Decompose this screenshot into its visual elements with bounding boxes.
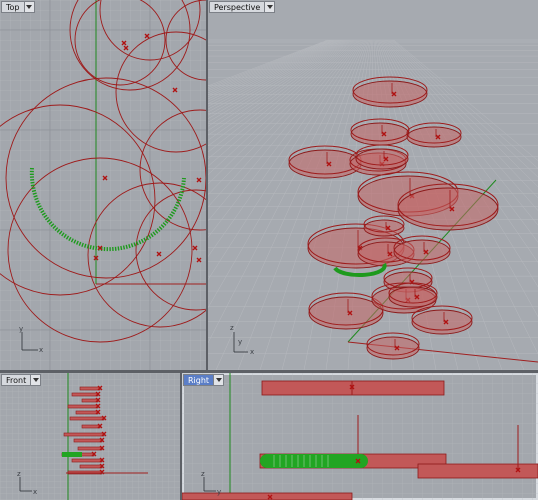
selected-curve-front [62,452,82,457]
viewport-title-right[interactable]: Right [183,374,214,386]
grid-front [0,373,180,500]
grid-top [0,0,206,370]
selected-curve-right [260,454,368,468]
grid-right [182,373,538,500]
viewport-top[interactable]: y x Top [0,0,206,370]
viewport-right[interactable]: z y Right [182,373,538,500]
viewport-tab-right[interactable]: Right [183,374,225,386]
viewport-tab-perspective[interactable]: Perspective [209,1,276,13]
viewport-front[interactable]: z x Front [0,373,180,500]
chevron-down-icon[interactable] [23,1,35,13]
chevron-down-icon[interactable] [213,374,225,386]
viewport-title-perspective[interactable]: Perspective [209,1,265,13]
viewport-perspective[interactable]: z y x Perspective [208,0,538,370]
grid-perspective [208,0,538,370]
chevron-down-icon[interactable] [264,1,276,13]
viewport-tab-top[interactable]: Top [1,1,35,13]
chevron-down-icon[interactable] [30,374,42,386]
viewport-title-top[interactable]: Top [1,1,24,13]
viewport-title-front[interactable]: Front [1,374,31,386]
viewport-tab-front[interactable]: Front [1,374,42,386]
